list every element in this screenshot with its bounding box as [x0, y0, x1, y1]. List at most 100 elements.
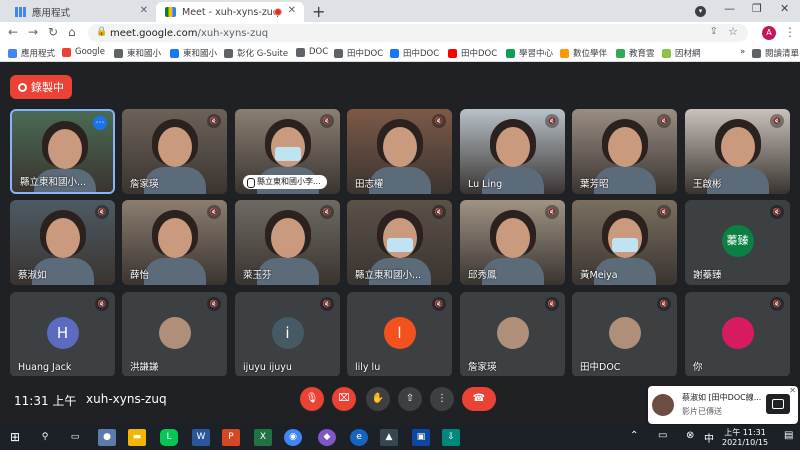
- app-icon[interactable]: ▣: [412, 429, 430, 446]
- back-icon[interactable]: ←: [8, 25, 18, 39]
- reload-icon[interactable]: ↻: [48, 25, 58, 39]
- participant-tile[interactable]: 🔇 洪謙謙: [122, 292, 227, 377]
- tab-search-icon[interactable]: ▾: [695, 6, 706, 17]
- forward-icon[interactable]: →: [28, 25, 38, 39]
- tab-title: Meet - xuh-xyns-zuq: [182, 6, 279, 18]
- bookmark-item[interactable]: 學習中心: [506, 47, 553, 59]
- raise-hand-button[interactable]: ✋: [366, 387, 390, 411]
- profile-avatar[interactable]: A: [762, 26, 776, 40]
- participant-tile[interactable]: 🔇 蔡淑如: [10, 200, 115, 285]
- task-view-icon[interactable]: ▭: [66, 429, 84, 446]
- participant-name: ijuyu ijuyu: [243, 362, 292, 373]
- windows-start-icon[interactable]: ⊞: [6, 429, 24, 446]
- participant-tile[interactable]: 🔇 田志權: [347, 109, 452, 194]
- app-icon[interactable]: ▲: [380, 429, 398, 446]
- notification-center-icon[interactable]: ▤: [784, 430, 793, 441]
- more-options-icon[interactable]: ⋯: [93, 116, 107, 130]
- bookmark-item[interactable]: DOC: [296, 47, 328, 57]
- word-icon[interactable]: W: [192, 429, 210, 446]
- participant-tile[interactable]: 🔇 詹家瑛: [460, 292, 565, 377]
- participant-tile[interactable]: 🔇 黃Meiya: [572, 200, 677, 285]
- participant-tile[interactable]: 🔇 王啟彬: [685, 109, 790, 194]
- menu-kebab-icon[interactable]: ⋮: [784, 25, 796, 39]
- participant-tile[interactable]: 🔇 你: [685, 292, 790, 377]
- file-explorer-icon[interactable]: ▬: [128, 429, 146, 446]
- language-icon[interactable]: 中: [704, 430, 714, 445]
- close-toast-icon[interactable]: ✕: [789, 386, 796, 395]
- more-options-button[interactable]: ⋮: [430, 387, 454, 411]
- bookmark-item[interactable]: 數位學伴: [560, 47, 607, 59]
- more-bookmarks-icon[interactable]: »: [740, 47, 745, 57]
- close-tab-icon[interactable]: ✕: [288, 5, 296, 16]
- participant-tile[interactable]: H 🔇 Huang Jack: [10, 292, 115, 377]
- participant-tile[interactable]: l 🔇 lily lu: [347, 292, 452, 377]
- participant-tile[interactable]: ⋯ 縣立東和國小...: [10, 109, 115, 194]
- meet-stage: 錄製中 ⋯ 縣立東和國小... 🔇 詹家瑛 🔇 縣立東和國小李... 🔇 田志權 🔇 Lu Lin…: [0, 62, 800, 425]
- participant-name: 詹家瑛: [130, 179, 159, 190]
- taskbar-clock[interactable]: 上午 11:31 2021/10/15: [722, 428, 768, 448]
- app-icon[interactable]: ⇩: [442, 429, 460, 446]
- tray-expand-icon[interactable]: ⌃: [630, 430, 638, 441]
- url-path: /xuh-xyns-zuq: [197, 27, 269, 39]
- browser-toolbar: ← → ↻ ⌂ 🔒 meet.google.com/xuh-xyns-zuq ⇪…: [0, 22, 800, 44]
- bookmark-item[interactable]: 田中DOC: [448, 47, 497, 59]
- bookmark-item[interactable]: Google: [62, 47, 105, 57]
- search-icon[interactable]: ⚲: [36, 429, 54, 446]
- camera-off-button[interactable]: ⌧: [332, 387, 356, 411]
- share-icon[interactable]: ⇪: [710, 26, 718, 37]
- participant-tile[interactable]: 🔇 詹家瑛: [122, 109, 227, 194]
- close-window-icon[interactable]: ✕: [780, 2, 789, 15]
- tab-apps[interactable]: 應用程式 ✕: [6, 2, 156, 22]
- address-bar[interactable]: 🔒 meet.google.com/xuh-xyns-zuq ⇪ ☆: [88, 24, 748, 42]
- chrome-icon[interactable]: ◉: [284, 429, 302, 446]
- recording-badge[interactable]: 錄製中: [10, 75, 72, 99]
- tab-meet[interactable]: Meet - xuh-xyns-zuq ✕: [156, 2, 304, 22]
- new-tab-button[interactable]: +: [312, 2, 325, 21]
- bookmark-item[interactable]: 彰化 G-Suite: [224, 47, 288, 59]
- home-icon[interactable]: ⌂: [68, 25, 76, 39]
- network-icon[interactable]: ▭: [658, 430, 667, 441]
- people-app-icon[interactable]: ●: [98, 429, 116, 446]
- volume-mute-icon[interactable]: ⊗: [686, 430, 694, 441]
- participant-tile[interactable]: 🔇 葉芳昭: [572, 109, 677, 194]
- mic-muted-icon: 🔇: [545, 205, 559, 219]
- bookmark-item[interactable]: 因材網: [662, 47, 701, 59]
- mic-muted-icon: 🔇: [432, 205, 446, 219]
- participant-tile[interactable]: 🔇 薛怡: [122, 200, 227, 285]
- bookmark-favicon-icon: [662, 48, 671, 58]
- participant-tile[interactable]: 🔇 Lu Ling: [460, 109, 565, 194]
- close-tab-icon[interactable]: ✕: [140, 5, 148, 16]
- bookmark-star-icon[interactable]: ☆: [728, 25, 738, 38]
- restore-icon[interactable]: ❐: [752, 2, 762, 15]
- bookmark-item[interactable]: 田中DOC: [334, 47, 383, 59]
- leave-call-button[interactable]: ☎: [462, 387, 496, 411]
- line-app-icon[interactable]: L: [160, 429, 178, 446]
- notification-toast[interactable]: 蔡淑如 [田中DOC線... 影片已傳送 ✕: [648, 386, 798, 424]
- participant-tile[interactable]: 🔇 田中DOC: [572, 292, 677, 377]
- reading-list-button[interactable]: 閱讀清單: [752, 47, 799, 59]
- browser-tab-strip: 應用程式 ✕ Meet - xuh-xyns-zuq ✕ + ▾ — ❐ ✕: [0, 0, 800, 22]
- excel-icon[interactable]: X: [254, 429, 272, 446]
- participant-tile[interactable]: 🔇 邱秀鳳: [460, 200, 565, 285]
- bookmark-item[interactable]: 東和國小: [170, 47, 217, 59]
- toast-title: 蔡淑如 [田中DOC線...: [682, 393, 762, 402]
- bookmark-item[interactable]: 教育雲: [616, 47, 655, 59]
- bookmark-item[interactable]: 田中DOC: [390, 47, 439, 59]
- powerpoint-icon[interactable]: P: [222, 429, 240, 446]
- participant-tile[interactable]: 🔇 萊玉芬: [235, 200, 340, 285]
- participant-tile[interactable]: 蓁臻 🔇 謝蓁臻: [685, 200, 790, 285]
- app-icon[interactable]: ◆: [318, 429, 336, 446]
- participant-tile[interactable]: i 🔇 ijuyu ijuyu: [235, 292, 340, 377]
- bookmark-item[interactable]: 應用程式: [8, 47, 55, 59]
- participant-tile[interactable]: 🔇 縣立東和國小李...: [235, 109, 340, 194]
- mic-off-button[interactable]: 🎙: [300, 387, 324, 411]
- minimize-icon[interactable]: —: [724, 2, 735, 15]
- present-screen-button[interactable]: ⇧: [398, 387, 422, 411]
- edge-icon[interactable]: e: [350, 429, 368, 446]
- bookmark-item[interactable]: 東和國小: [114, 47, 161, 59]
- lock-icon[interactable]: 🔒: [96, 27, 107, 37]
- bookmark-favicon-icon: [616, 48, 625, 58]
- bookmark-favicon-icon: [334, 48, 343, 58]
- participant-tile[interactable]: 🔇 縣立東和國小...: [347, 200, 452, 285]
- participant-name: 洪謙謙: [130, 362, 159, 373]
